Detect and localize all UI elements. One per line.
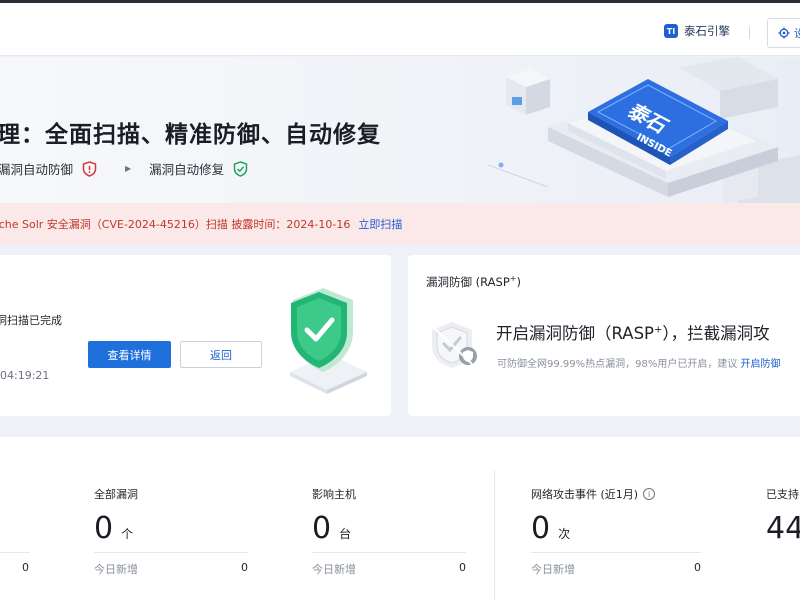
stat-value-attack-events: 0 次 [531, 511, 570, 546]
stat-label-attack-events: 网络攻击事件 (近1月) i [531, 486, 656, 502]
brand-logo-icon: TI [664, 24, 678, 38]
stat-unit: 台 [339, 527, 352, 541]
scan-status-card: 洞扫描已完成 04:19:21 查看详情 返回 [0, 255, 391, 416]
scan-now-link[interactable]: 立即扫描 [358, 216, 402, 232]
hero-steps: 漏洞自动防御 ▶ 漏洞自动修复 [0, 159, 248, 178]
settings-button[interactable]: 设 [767, 18, 800, 48]
shield-check-icon [233, 160, 248, 177]
stat-number: 44 [766, 511, 800, 546]
stat-unit: 次 [558, 527, 571, 541]
stat-unit: 个 [121, 527, 134, 541]
scan-status-text: 洞扫描已完成 [0, 314, 62, 327]
rasp-shield-icon [432, 322, 477, 368]
chip-illustration: 泰石 INSIDE [488, 57, 800, 203]
stat-number: 0 [94, 511, 114, 546]
stat-label-all-vulns: 全部漏洞 [94, 488, 138, 501]
step-repair-label: 漏洞自动修复 [149, 162, 225, 177]
step-defense-label: 漏洞自动防御 [0, 162, 74, 177]
stat-today-value: 0 [22, 561, 29, 574]
alert-text: ache Solr 安全漏洞（CVE-2024-45216）扫描 披露时间：20… [0, 218, 351, 231]
gear-icon [778, 27, 790, 39]
stat-label-affected-hosts: 影响主机 [312, 488, 356, 501]
enable-defense-link[interactable]: 开启防御 [741, 359, 781, 370]
shield-alert-icon [82, 160, 97, 177]
stat-divider [0, 552, 30, 553]
step-arrow-icon: ▶ [125, 164, 132, 173]
stat-divider [312, 552, 466, 553]
shield-check-illustration [290, 288, 367, 394]
stat-today-value: 0 [694, 561, 701, 574]
stat-today-value: 0 [459, 561, 466, 574]
stat-value-affected-hosts: 0 台 [312, 511, 351, 546]
stat-label-supported: 已支持 [766, 488, 799, 501]
stat-value-all-vulns: 0 个 [94, 511, 133, 546]
hero-banner: 理：全面扫描、精准防御、自动修复 漏洞自动防御 ▶ 漏洞自动修复 泰石 INSI… [0, 57, 800, 203]
vulnerability-alert-banner: ache Solr 安全漏洞（CVE-2024-45216）扫描 披露时间：20… [0, 203, 800, 245]
stat-today-label: 今日新增 [94, 563, 138, 576]
hero-title: 理：全面扫描、精准防御、自动修复 [0, 122, 381, 148]
stat-divider [94, 552, 248, 553]
stats-vertical-divider [494, 470, 495, 600]
top-header: TI 泰石引擎 设 [0, 0, 800, 56]
stat-today-label: 今日新增 [531, 563, 575, 576]
rasp-card: 漏洞防御 (RASP+) 开启漏洞防御（RASP+），拦截漏洞攻 可防御全网99… [408, 255, 800, 416]
stat-today-label: 今日新增 [312, 563, 356, 576]
back-button[interactable]: 返回 [180, 341, 262, 368]
scan-time: 04:19:21 [0, 369, 50, 382]
stat-value-supported: 44 [766, 511, 800, 546]
stat-number: 0 [531, 511, 551, 546]
rasp-description: 可防御全网99.99%热点漏洞，98%用户已开启，建议 开启防御 [497, 359, 781, 370]
brand-link[interactable]: TI 泰石引擎 [664, 23, 730, 39]
stat-today-value: 0 [241, 561, 248, 574]
brand-label: 泰石引擎 [684, 24, 730, 38]
info-icon[interactable]: i [643, 488, 656, 500]
view-details-button[interactable]: 查看详情 [88, 341, 171, 368]
stats-panel: 0 全部漏洞 0 个 今日新增 0 影响主机 0 台 今日新增 0 网络攻击事件… [0, 437, 800, 600]
stat-number: 0 [312, 511, 332, 546]
rasp-card-title: 漏洞防御 (RASP+) [426, 274, 521, 289]
header-divider [749, 27, 750, 39]
rasp-headline: 开启漏洞防御（RASP+），拦截漏洞攻 [496, 324, 770, 343]
stat-divider [531, 552, 701, 553]
settings-label: 设 [794, 27, 800, 40]
